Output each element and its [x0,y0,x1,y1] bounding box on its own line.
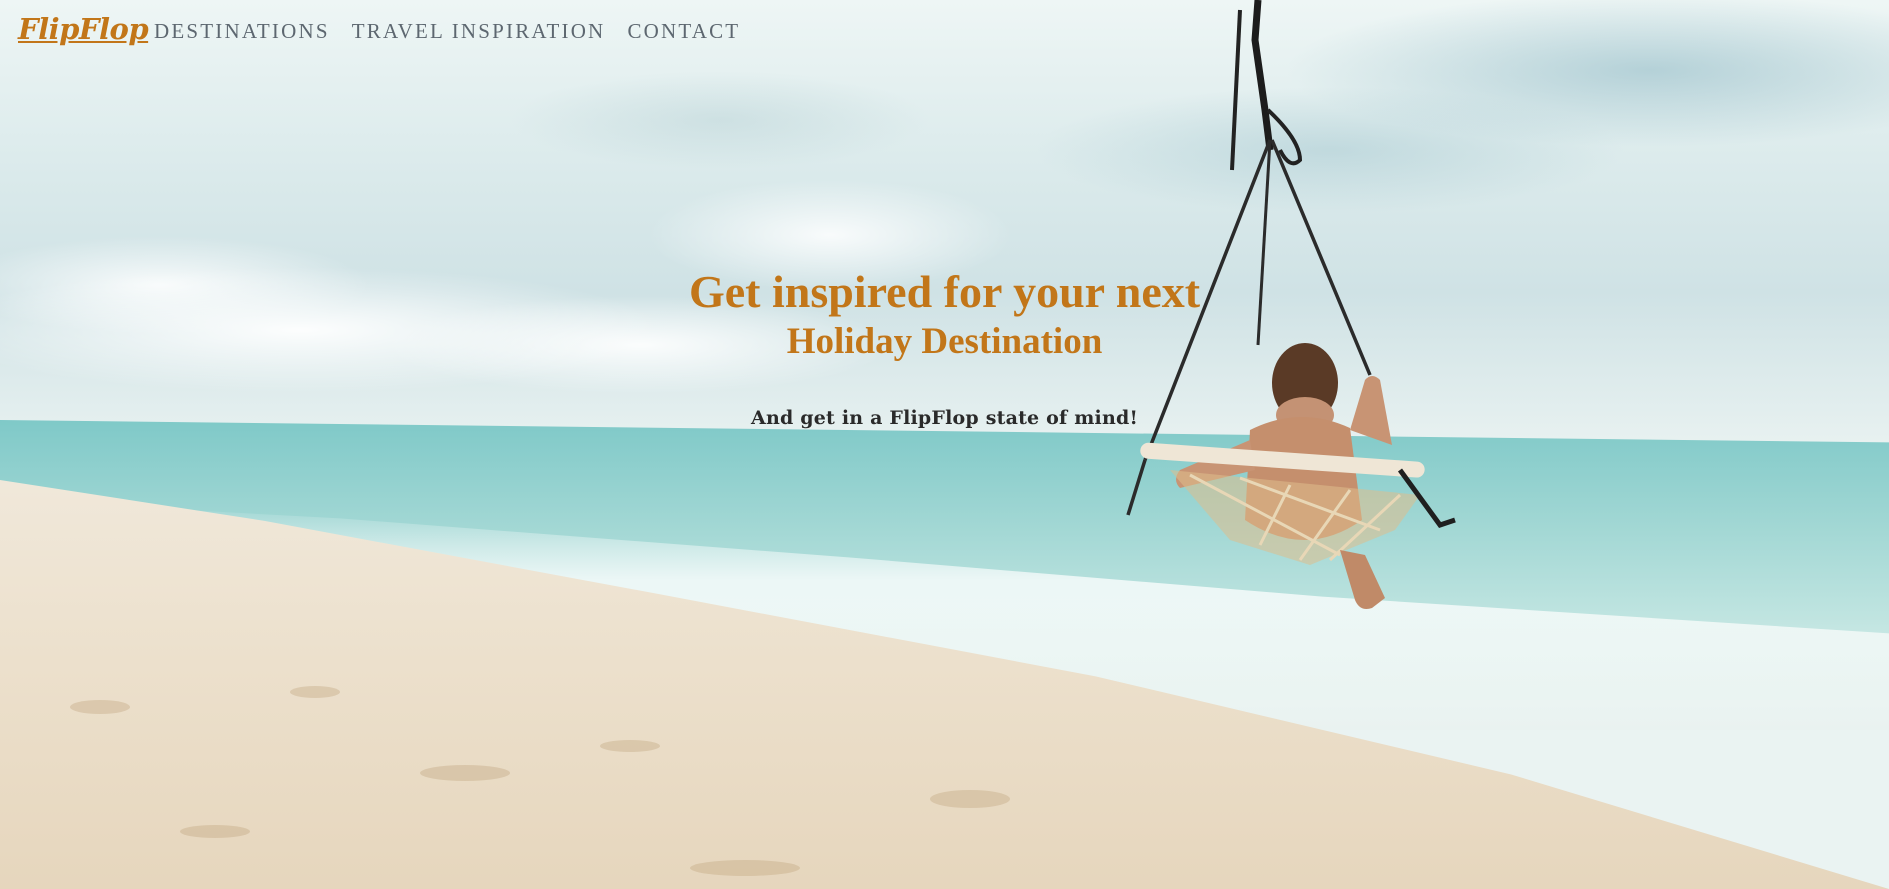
main-nav: DESTINATIONS TRAVEL INSPIRATION CONTACT [154,19,740,44]
hero-background-photo [0,0,1889,889]
flipflop-logo[interactable]: FlipFlop [18,12,149,46]
hero-subtitle: Holiday Destination [786,321,1103,362]
site-header: FlipFlop DESTINATIONS TRAVEL INSPIRATION… [0,0,1889,60]
hero-title: Get inspired for your next [688,266,1201,317]
nav-item-destinations[interactable]: DESTINATIONS [154,19,330,44]
person-on-swing-illustration [1126,0,1456,609]
hero-tagline: And get in a FlipFlop state of mind! [751,407,1138,429]
hero-section: Get inspired for your next Holiday Desti… [0,262,1889,429]
nav-item-travel-inspiration[interactable]: TRAVEL INSPIRATION [352,19,606,44]
nav-item-contact[interactable]: CONTACT [627,19,740,44]
